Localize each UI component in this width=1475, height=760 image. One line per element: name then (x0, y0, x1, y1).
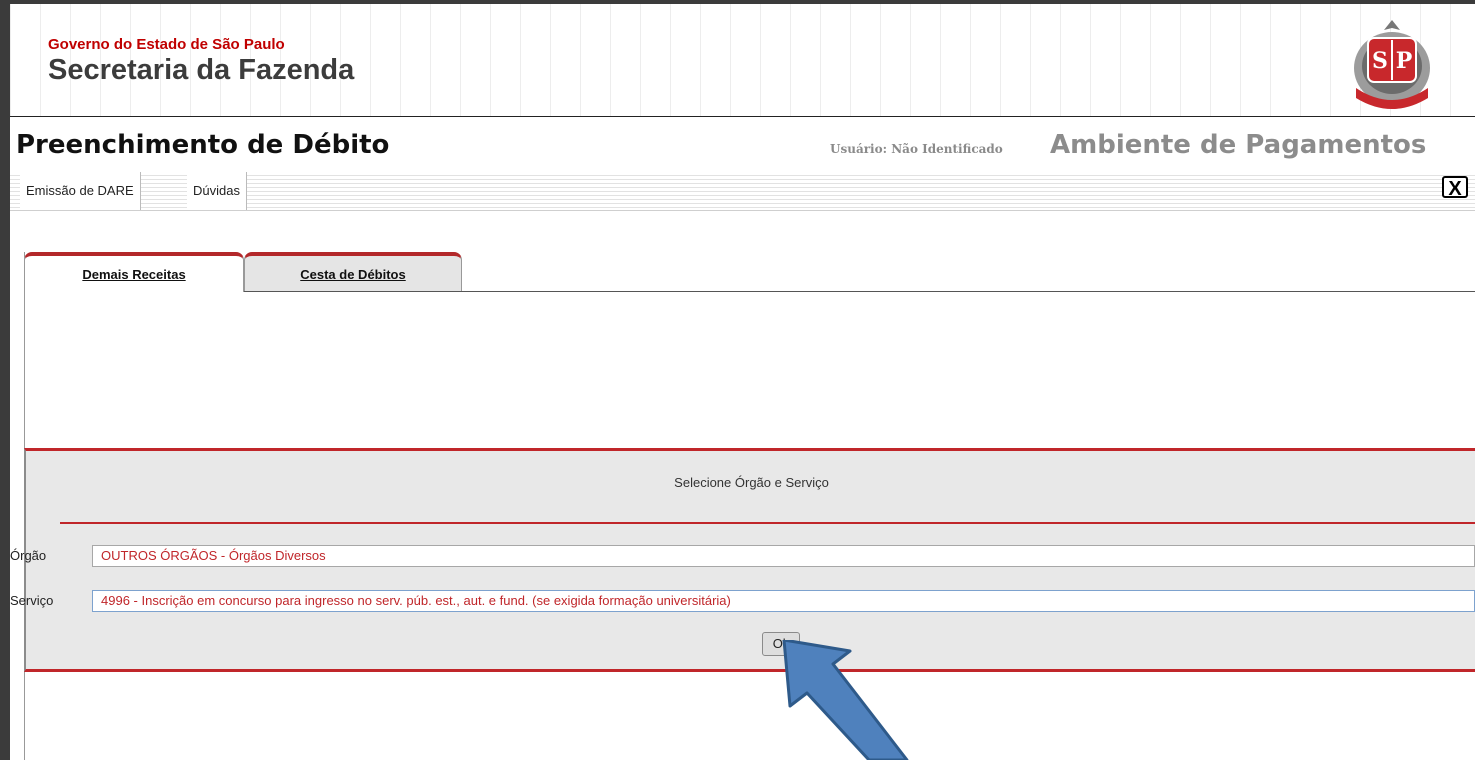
menu-item-duvidas[interactable]: Dúvidas (187, 172, 247, 210)
panel-divider (60, 522, 1475, 524)
government-name: Governo do Estado de São Paulo (48, 36, 285, 53)
site-header: Governo do Estado de São Paulo Secretari… (10, 4, 1475, 117)
menu-item-emissao-dare[interactable]: Emissão de DARE (20, 172, 141, 210)
orgao-label: Órgão (10, 548, 47, 563)
tab-divider (244, 291, 1475, 292)
close-icon[interactable]: X (1442, 176, 1468, 200)
secretariat-name: Secretaria da Fazenda (48, 54, 355, 86)
title-row: Preenchimento de Débito Usuário: Não Ide… (10, 120, 1475, 170)
user-status: Usuário: Não Identificado (830, 142, 1003, 156)
page-title: Preenchimento de Débito (16, 130, 390, 160)
environment-title: Ambiente de Pagamentos (1050, 130, 1427, 160)
menu-bar: Emissão de DARE Dúvidas X (10, 172, 1475, 211)
tab-cesta-de-debitos[interactable]: Cesta de Débitos (244, 252, 462, 292)
servico-label: Serviço (10, 593, 54, 608)
svg-text:S: S (1372, 48, 1388, 74)
panel-title: Selecione Órgão e Serviço (674, 475, 829, 490)
svg-text:P: P (1396, 48, 1413, 74)
orgao-select[interactable]: OUTROS ÓRGÃOS - Órgãos Diversos (92, 545, 1475, 567)
tab-demais-receitas[interactable]: Demais Receitas (24, 252, 244, 292)
sao-paulo-emblem-icon: S P (1354, 20, 1430, 109)
pointer-arrow-icon (782, 640, 909, 760)
servico-select[interactable]: 4996 - Inscrição em concurso para ingres… (92, 590, 1475, 612)
